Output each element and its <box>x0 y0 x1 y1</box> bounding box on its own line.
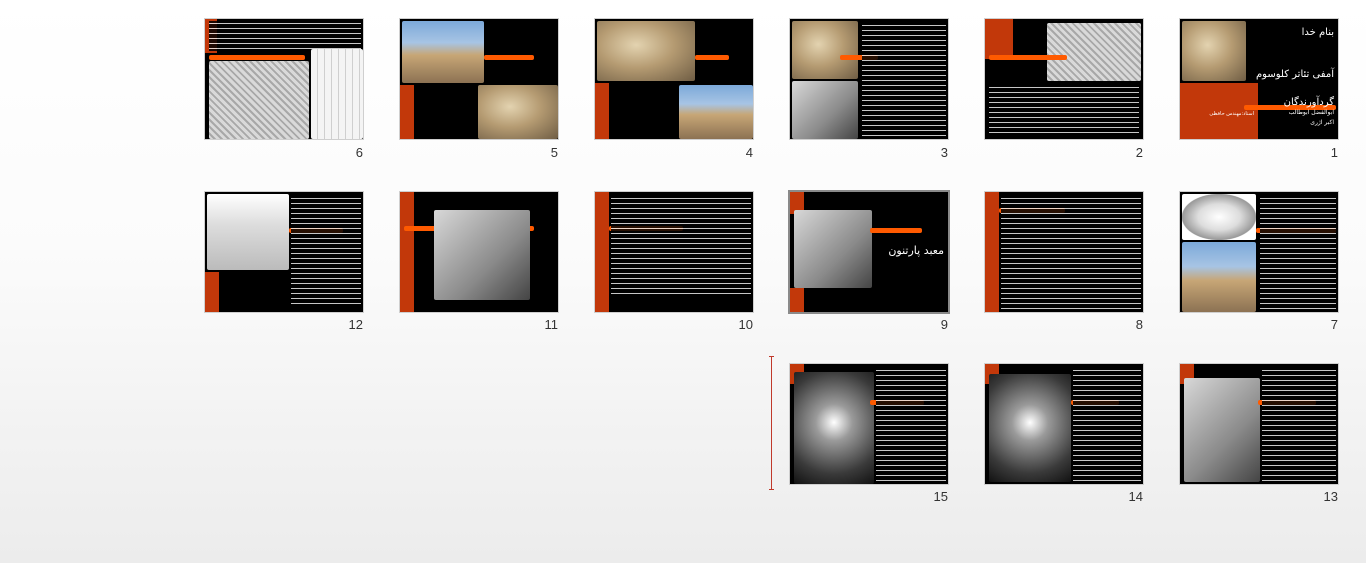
orange-accent-bar <box>209 55 305 60</box>
slide-thumbnail-7[interactable] <box>1179 191 1339 313</box>
slide-thumbnail-13[interactable] <box>1179 363 1339 485</box>
slide-thumbnail-12[interactable] <box>204 191 364 313</box>
slide-thumbnail-5[interactable] <box>399 18 559 140</box>
slide-title-line: بنام خدا <box>1301 27 1334 38</box>
slide-thumbnail-9[interactable]: معبد پارتنون <box>788 190 950 314</box>
slide-body-text <box>209 21 361 51</box>
colosseum-exterior-photo <box>1182 242 1256 312</box>
slide-thumbnail-14[interactable] <box>984 363 1144 485</box>
slide-number: 10 <box>738 317 753 332</box>
colosseum-exterior-photo <box>679 85 753 139</box>
slide-body-text <box>1073 368 1141 482</box>
insertion-cursor <box>769 356 774 490</box>
slide-number: 9 <box>940 317 948 332</box>
pantheon-section-drawing <box>207 194 289 270</box>
red-accent-block <box>400 192 414 312</box>
slide-body-text <box>611 196 751 296</box>
slide-number: 15 <box>933 489 948 504</box>
orange-accent-bar <box>484 55 534 60</box>
colosseum-model-photo <box>792 81 858 139</box>
red-accent-block <box>790 288 804 312</box>
slide-body-text <box>876 368 946 482</box>
slide-thumbnail-15[interactable] <box>789 363 949 485</box>
red-accent-block <box>595 192 609 312</box>
slide-body-text <box>291 196 361 308</box>
red-accent-block <box>205 272 219 312</box>
slide-body-text <box>1001 196 1141 310</box>
slide-number: 7 <box>1330 317 1338 332</box>
slide-text-line: استاد:مهندس حافظی <box>1209 111 1254 117</box>
slide-text-line: ابوالفضل ابوطالب <box>1288 109 1334 116</box>
red-accent-block <box>595 83 609 139</box>
orange-accent-bar <box>695 55 729 60</box>
slide-number: 2 <box>1135 145 1143 160</box>
red-accent-block <box>985 19 1013 59</box>
slide-number: 12 <box>348 317 363 332</box>
slide-number: 13 <box>1323 489 1338 504</box>
slide-thumbnail-11[interactable] <box>399 191 559 313</box>
slide-title-line: گردآورندگان <box>1283 97 1334 108</box>
structure-sketch-detail <box>311 49 363 139</box>
slide-thumbnail-8[interactable] <box>984 191 1144 313</box>
slide-body-text <box>862 23 946 137</box>
slide-number: 6 <box>355 145 363 160</box>
slide-number: 5 <box>550 145 558 160</box>
pantheon-interior-photo <box>794 372 874 484</box>
slide-number: 1 <box>1330 145 1338 160</box>
pantheon-dome-photo <box>989 374 1071 482</box>
red-accent-block <box>400 85 414 139</box>
slide-number: 8 <box>1135 317 1143 332</box>
slide-title-line: معبد پارتنون <box>888 244 944 257</box>
pantheon-interior-photo <box>1184 378 1260 482</box>
slide-body-text <box>1260 196 1336 310</box>
city-model-photo <box>794 210 872 288</box>
colosseum-engraving <box>1047 23 1141 81</box>
orange-accent-bar <box>989 55 1067 60</box>
slide-number: 14 <box>1128 489 1143 504</box>
pantheon-model-photo <box>434 210 530 300</box>
slide-body-text <box>989 85 1139 137</box>
colosseum-interior-photo <box>792 21 858 79</box>
slide-text-line: اکبر اژری <box>1310 119 1334 126</box>
colosseum-exterior-photo <box>402 21 484 83</box>
slide-title-line: آمفی تئاتر کلوسوم <box>1255 69 1334 80</box>
slide-thumbnail-6[interactable] <box>204 18 364 140</box>
orange-accent-bar <box>870 228 922 233</box>
slide-thumbnail-2[interactable] <box>984 18 1144 140</box>
slide-body-text <box>1262 368 1336 482</box>
colosseum-plan <box>1182 194 1256 240</box>
colosseum-arches-photo <box>478 85 558 139</box>
colosseum-photo <box>1182 21 1246 81</box>
slide-thumbnail-4[interactable] <box>594 18 754 140</box>
red-accent-block <box>985 192 999 312</box>
slide-thumbnail-1[interactable]: بنام خدا آمفی تئاتر کلوسوم گردآورندگان ا… <box>1179 18 1339 140</box>
slide-number: 11 <box>544 317 559 332</box>
slide-thumbnail-10[interactable] <box>594 191 754 313</box>
slide-number: 4 <box>745 145 753 160</box>
colosseum-interior-photo <box>597 21 695 81</box>
slide-number: 3 <box>940 145 948 160</box>
structure-sketch <box>209 61 309 139</box>
slide-thumbnail-3[interactable] <box>789 18 949 140</box>
